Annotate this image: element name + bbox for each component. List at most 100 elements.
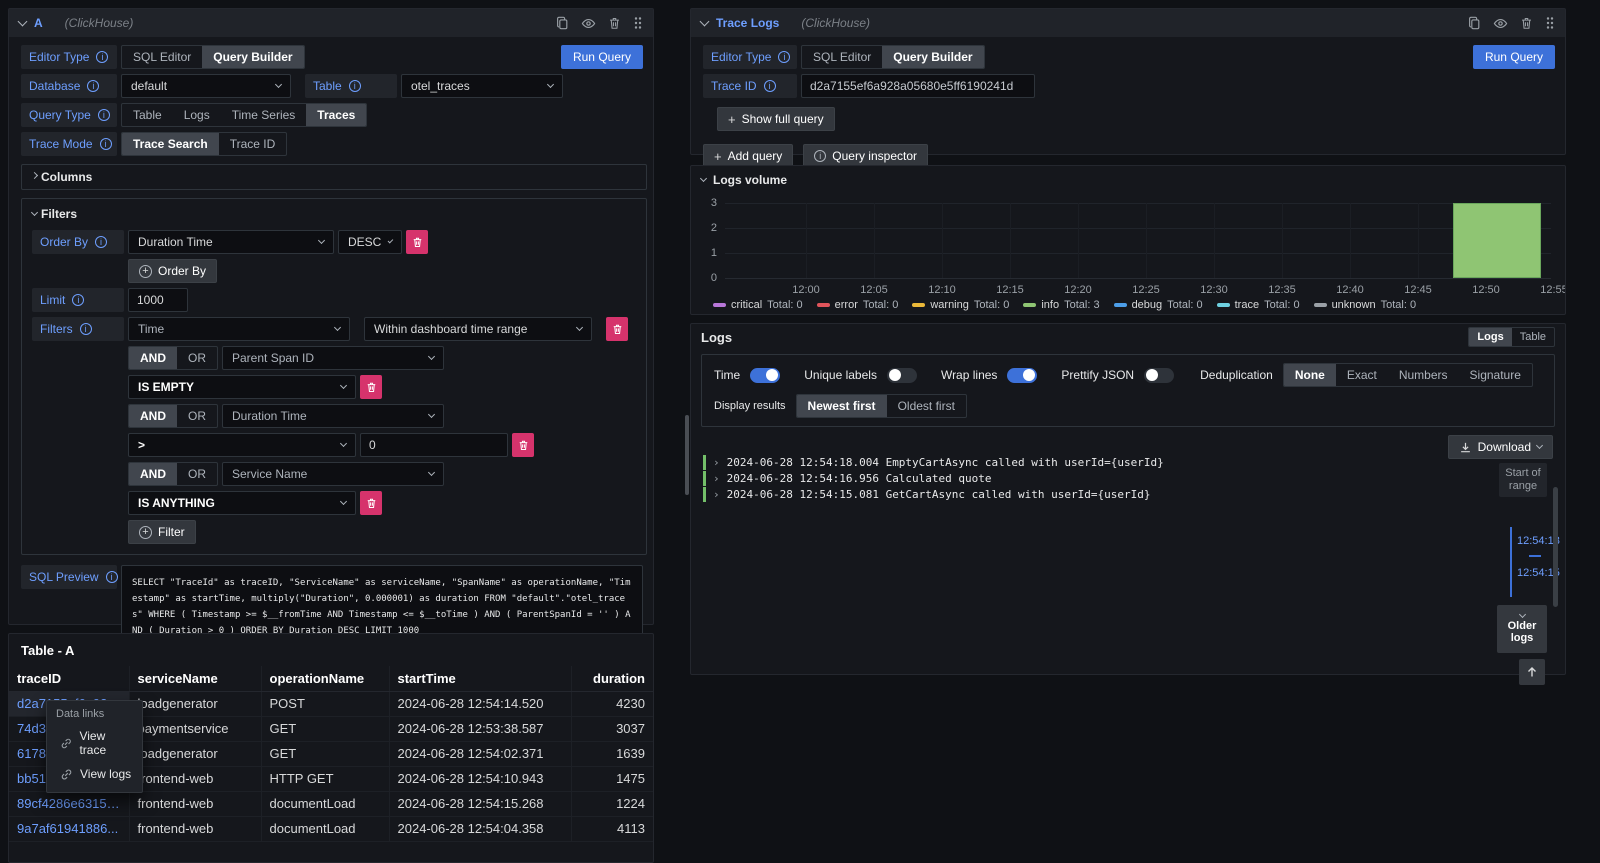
info-icon[interactable]	[764, 80, 776, 92]
order-by-direction-select[interactable]: DESC	[338, 230, 402, 254]
prettify-json-toggle[interactable]	[1144, 368, 1174, 383]
condition-field-select[interactable]: Parent Span ID	[222, 346, 444, 370]
legend-item-critical[interactable]: criticalTotal: 0	[713, 299, 803, 311]
condition-field-select[interactable]: Duration Time	[222, 404, 444, 428]
info-icon[interactable]	[72, 294, 84, 306]
limit-input[interactable]	[128, 288, 188, 312]
duplicate-icon[interactable]	[1467, 16, 1481, 30]
hide-response-eye-icon[interactable]	[581, 16, 596, 31]
filters-section-toggle[interactable]: Filters	[32, 207, 636, 221]
bool-or[interactable]: OR	[177, 463, 217, 485]
col-starttime[interactable]: startTime	[389, 666, 571, 691]
log-line[interactable]: 2024-06-28 12:54:15.081 GetCartAsync cal…	[703, 487, 1465, 502]
order-by-field-select[interactable]: Duration Time	[128, 230, 334, 254]
scroll-to-top-button[interactable]	[1519, 659, 1545, 685]
col-traceid[interactable]: traceID	[9, 666, 129, 691]
query-type-logs[interactable]: Logs	[173, 104, 221, 126]
view-logs-option[interactable]: Logs	[1469, 328, 1511, 346]
editor-type-sql-editor[interactable]: SQL Editor	[122, 46, 202, 68]
hide-response-eye-icon[interactable]	[1493, 16, 1508, 31]
query-type-table[interactable]: Table	[122, 104, 173, 126]
remove-order-by-button[interactable]	[406, 230, 428, 254]
logs-scrollbar[interactable]	[1553, 487, 1558, 607]
bool-or[interactable]: OR	[177, 405, 217, 427]
condition-value-input[interactable]	[360, 433, 508, 457]
info-icon[interactable]	[778, 51, 790, 63]
trace-mode-trace-id[interactable]: Trace ID	[219, 133, 287, 155]
duplicate-icon[interactable]	[555, 16, 569, 30]
logs-volume-header[interactable]: Logs volume	[691, 166, 1565, 189]
run-query-button[interactable]: Run Query	[1473, 45, 1555, 69]
condition-operator-select[interactable]: >	[128, 433, 356, 457]
col-duration[interactable]: duration	[571, 666, 653, 691]
legend-item-info[interactable]: infoTotal: 3	[1023, 299, 1099, 311]
time-toggle[interactable]	[750, 368, 780, 383]
filter-operator-select[interactable]: Within dashboard time range	[364, 317, 592, 341]
info-icon[interactable]	[80, 323, 92, 335]
view-trace-menu-item[interactable]: View trace	[47, 724, 142, 762]
info-icon[interactable]	[96, 51, 108, 63]
info-icon[interactable]	[95, 236, 107, 248]
legend-item-debug[interactable]: debugTotal: 0	[1114, 299, 1203, 311]
bool-and[interactable]: AND	[129, 405, 177, 427]
condition-operator-select[interactable]: IS ANYTHING	[128, 491, 356, 515]
dedup-none[interactable]: None	[1284, 364, 1336, 386]
legend-item-unknown[interactable]: unknownTotal: 0	[1314, 299, 1417, 311]
bool-or[interactable]: OR	[177, 347, 217, 369]
dedup-exact[interactable]: Exact	[1336, 364, 1388, 386]
dedup-numbers[interactable]: Numbers	[1388, 364, 1459, 386]
remove-condition-button[interactable]	[360, 375, 382, 399]
show-full-query-button[interactable]: Show full query	[717, 107, 835, 131]
drag-handle-icon[interactable]	[1545, 16, 1555, 30]
col-operationname[interactable]: operationName	[261, 666, 389, 691]
older-logs-button[interactable]: Older logs	[1497, 605, 1547, 653]
collapse-chevron-icon[interactable]	[700, 17, 710, 27]
columns-section-toggle[interactable]: Columns	[21, 164, 647, 190]
trace-id-link[interactable]: 9a7af61941886...	[9, 816, 129, 841]
editor-type-query-builder[interactable]: Query Builder	[882, 46, 983, 68]
page-scrollbar[interactable]	[685, 415, 689, 495]
dedup-signature[interactable]: Signature	[1459, 364, 1532, 386]
log-line[interactable]: 2024-06-28 12:54:18.004 EmptyCartAsync c…	[703, 455, 1465, 470]
add-filter-button[interactable]: Filter	[128, 520, 196, 544]
editor-type-query-builder[interactable]: Query Builder	[202, 46, 303, 68]
col-servicename[interactable]: serviceName	[129, 666, 261, 691]
legend-item-warning[interactable]: warningTotal: 0	[912, 299, 1009, 311]
database-select[interactable]: default	[121, 74, 291, 98]
info-icon[interactable]	[87, 80, 99, 92]
run-query-button[interactable]: Run Query	[561, 45, 643, 69]
view-logs-menu-item[interactable]: View logs	[47, 762, 142, 786]
trace-mode-trace-search[interactable]: Trace Search	[122, 133, 219, 155]
remove-condition-button[interactable]	[360, 491, 382, 515]
wrap-lines-toggle[interactable]	[1007, 368, 1037, 383]
bool-and[interactable]: AND	[129, 347, 177, 369]
editor-type-sql-editor[interactable]: SQL Editor	[802, 46, 882, 68]
info-icon[interactable]	[98, 109, 110, 121]
newest-first-option[interactable]: Newest first	[797, 395, 887, 417]
info-icon[interactable]	[100, 138, 112, 150]
table-select[interactable]: otel_traces	[401, 74, 563, 98]
collapse-chevron-icon[interactable]	[18, 17, 28, 27]
filter-field-select[interactable]: Time	[128, 317, 350, 341]
unique-labels-toggle[interactable]	[887, 368, 917, 383]
trace-id-link[interactable]: 89cf4286e631591b4...	[9, 791, 129, 816]
query-type-traces[interactable]: Traces	[306, 104, 366, 126]
bool-and[interactable]: AND	[129, 463, 177, 485]
delete-query-trash-icon[interactable]	[1520, 16, 1533, 30]
condition-operator-select[interactable]: IS EMPTY	[128, 375, 356, 399]
info-icon[interactable]	[349, 80, 361, 92]
legend-item-error[interactable]: errorTotal: 0	[817, 299, 899, 311]
condition-field-select[interactable]: Service Name	[222, 462, 444, 486]
drag-handle-icon[interactable]	[633, 16, 643, 30]
log-line[interactable]: 2024-06-28 12:54:16.956 Calculated quote	[703, 471, 1465, 486]
legend-item-trace[interactable]: traceTotal: 0	[1217, 299, 1300, 311]
view-table-option[interactable]: Table	[1512, 328, 1554, 346]
query-type-time-series[interactable]: Time Series	[221, 104, 307, 126]
trace-id-input[interactable]	[801, 74, 1035, 98]
remove-condition-button[interactable]	[512, 433, 534, 457]
info-icon[interactable]	[106, 571, 118, 583]
oldest-first-option[interactable]: Oldest first	[887, 395, 966, 417]
delete-query-trash-icon[interactable]	[608, 16, 621, 30]
add-order-by-button[interactable]: Order By	[128, 259, 217, 283]
remove-filter-button[interactable]	[606, 317, 628, 341]
